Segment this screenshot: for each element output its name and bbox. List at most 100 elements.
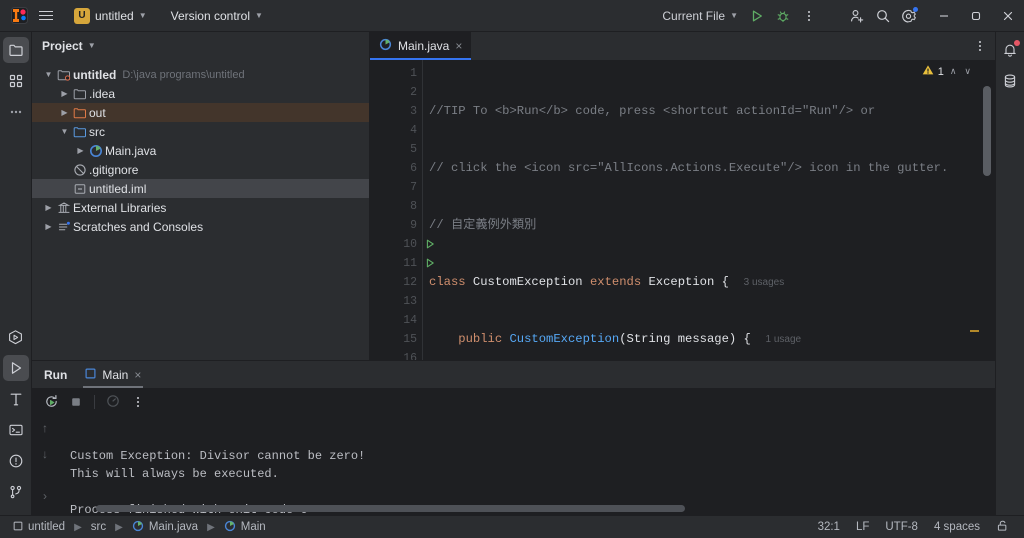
console-output[interactable]: Custom Exception: Divisor cannot be zero… [58,415,995,515]
usage-hint[interactable]: 3 usages [744,277,785,288]
run-tab-main[interactable]: Main × [77,361,149,388]
tree-item-untitled-iml[interactable]: untitled.iml [32,179,369,198]
run-configuration-selector[interactable]: Current File ▼ [656,6,744,26]
run-more-options-icon[interactable] [127,391,149,413]
run-play-icon[interactable] [744,3,770,29]
code-editor[interactable]: 1 2 3 4 5 6 7 8 9 10 11 12 13 14 15 16 /… [370,60,995,360]
warning-triangle-icon [922,64,934,79]
problems-tool-icon[interactable] [3,448,29,474]
more-tool-windows-icon[interactable] [3,99,29,125]
tree-item-idea[interactable]: ▶ .idea [32,84,369,103]
terminal-tool-icon[interactable] [3,417,29,443]
close-icon[interactable] [992,0,1024,32]
intellij-idea-logo [6,3,32,29]
tree-item-gitignore[interactable]: .gitignore [32,160,369,179]
project-tool-icon[interactable] [2,37,29,63]
chevron-right-icon[interactable]: ▶ [74,146,87,155]
editor-tab-bar: Main.java × [370,32,995,60]
structure-tool-icon[interactable] [3,68,29,94]
project-panel-title: Project [42,39,83,53]
editor-area: Main.java × 1 2 3 4 5 6 7 8 9 10 11 12 1… [370,32,995,360]
code-line-4: class CustomException extends Exception … [429,273,995,292]
chevron-down-icon[interactable]: ▼ [42,70,55,79]
code-content[interactable]: //TIP To <b>Run</b> code, press <shortcu… [422,60,995,360]
file-encoding[interactable]: UTF-8 [880,519,923,535]
run-tool-icon[interactable] [2,355,29,381]
folder-source-icon [71,125,89,139]
breadcrumb-main-class[interactable]: Main [221,519,269,536]
chevron-down-icon: ▼ [87,41,96,50]
editor-more-options-icon[interactable] [965,32,995,60]
expand-console-icon[interactable]: › [36,487,54,505]
tree-item-label: untitled [73,67,117,82]
console-horizontal-scrollbar[interactable] [96,505,685,512]
line-number: 16 [403,352,417,360]
debug-bug-icon[interactable] [770,3,796,29]
scratches-icon [55,220,73,234]
line-number-text: 10 [403,238,417,251]
add-account-icon[interactable] [844,3,870,29]
maximize-restore-icon[interactable] [960,0,992,32]
close-icon[interactable]: × [455,40,462,52]
build-tool-icon[interactable] [3,386,29,412]
debug-tool-icon[interactable] [3,324,29,350]
chevron-right-icon[interactable]: ▶ [42,203,55,212]
rerun-icon[interactable] [40,391,62,413]
settings-gear-icon[interactable] [896,3,922,29]
next-problem-icon[interactable]: ∨ [962,66,973,77]
module-icon [13,521,23,534]
chevron-right-icon[interactable]: ▶ [42,222,55,231]
read-only-lock-icon[interactable] [991,517,1014,537]
indent-setting[interactable]: 4 spaces [929,519,985,535]
constructor-args: (String message) { [619,332,751,346]
tree-item-src[interactable]: ▼ src [32,122,369,141]
tree-item-label: External Libraries [73,200,167,215]
tree-item-label: untitled.iml [89,181,147,196]
line-number: 12 [403,276,417,289]
close-icon[interactable]: × [134,369,141,381]
brace: { [721,275,729,289]
tree-item-external-libraries[interactable]: ▶ External Libraries [32,198,369,217]
breadcrumb-src[interactable]: src [88,520,109,534]
notifications-bell-icon[interactable] [997,37,1023,63]
hamburger-menu-icon[interactable] [32,3,60,29]
editor-warning-marker[interactable] [970,330,979,332]
scroll-down-icon[interactable]: ↓ [36,445,54,463]
chevron-right-icon[interactable]: ▶ [58,108,71,117]
line-separator[interactable]: LF [851,519,874,535]
tree-item-main-java[interactable]: ▶ Main.java [32,141,369,160]
version-control-selector[interactable]: Version control ▼ [165,6,269,26]
inspection-widget[interactable]: 1 ∧ ∨ [922,64,973,79]
tree-item-untitled[interactable]: ▼ untitled D:\java programs\untitled [32,65,369,84]
project-panel-header[interactable]: Project ▼ [32,32,369,60]
breadcrumb-untitled[interactable]: untitled [10,520,68,535]
chevron-right-icon[interactable]: ▶ [58,89,71,98]
editor-gutter[interactable]: 1 2 3 4 5 6 7 8 9 10 11 12 13 14 15 16 [370,60,434,360]
database-tool-icon[interactable] [997,68,1023,94]
more-options-icon[interactable] [796,3,822,29]
project-badge: U [74,7,90,24]
folder-excluded-icon [71,106,89,120]
tree-item-label: Scratches and Consoles [73,219,204,234]
run-tab-label: Main [102,367,129,382]
breadcrumb-separator: ▶ [115,521,123,533]
tree-item-out[interactable]: ▶ out [32,103,369,122]
scroll-up-icon[interactable]: ↑ [36,419,54,437]
minimize-icon[interactable] [928,0,960,32]
line-number: 6 [410,162,417,175]
breadcrumb-main-java[interactable]: Main.java [129,519,201,536]
editor-tab-main-java[interactable]: Main.java × [370,32,472,60]
search-icon[interactable] [870,3,896,29]
stop-icon[interactable] [65,391,87,413]
project-selector[interactable]: U untitled ▼ [68,5,153,27]
tree-item-label: src [89,124,105,139]
caret-position[interactable]: 32:1 [813,519,845,535]
editor-vertical-scrollbar[interactable] [983,86,991,176]
previous-problem-icon[interactable]: ∧ [948,66,959,77]
tree-item-scratches[interactable]: ▶ Scratches and Consoles [32,217,369,236]
version-control-tool-icon[interactable] [3,479,29,505]
chevron-down-icon[interactable]: ▼ [58,127,71,136]
usage-hint[interactable]: 1 usage [766,334,802,345]
breadcrumb-label: Main.java [148,521,199,533]
profiler-icon[interactable] [102,391,124,413]
